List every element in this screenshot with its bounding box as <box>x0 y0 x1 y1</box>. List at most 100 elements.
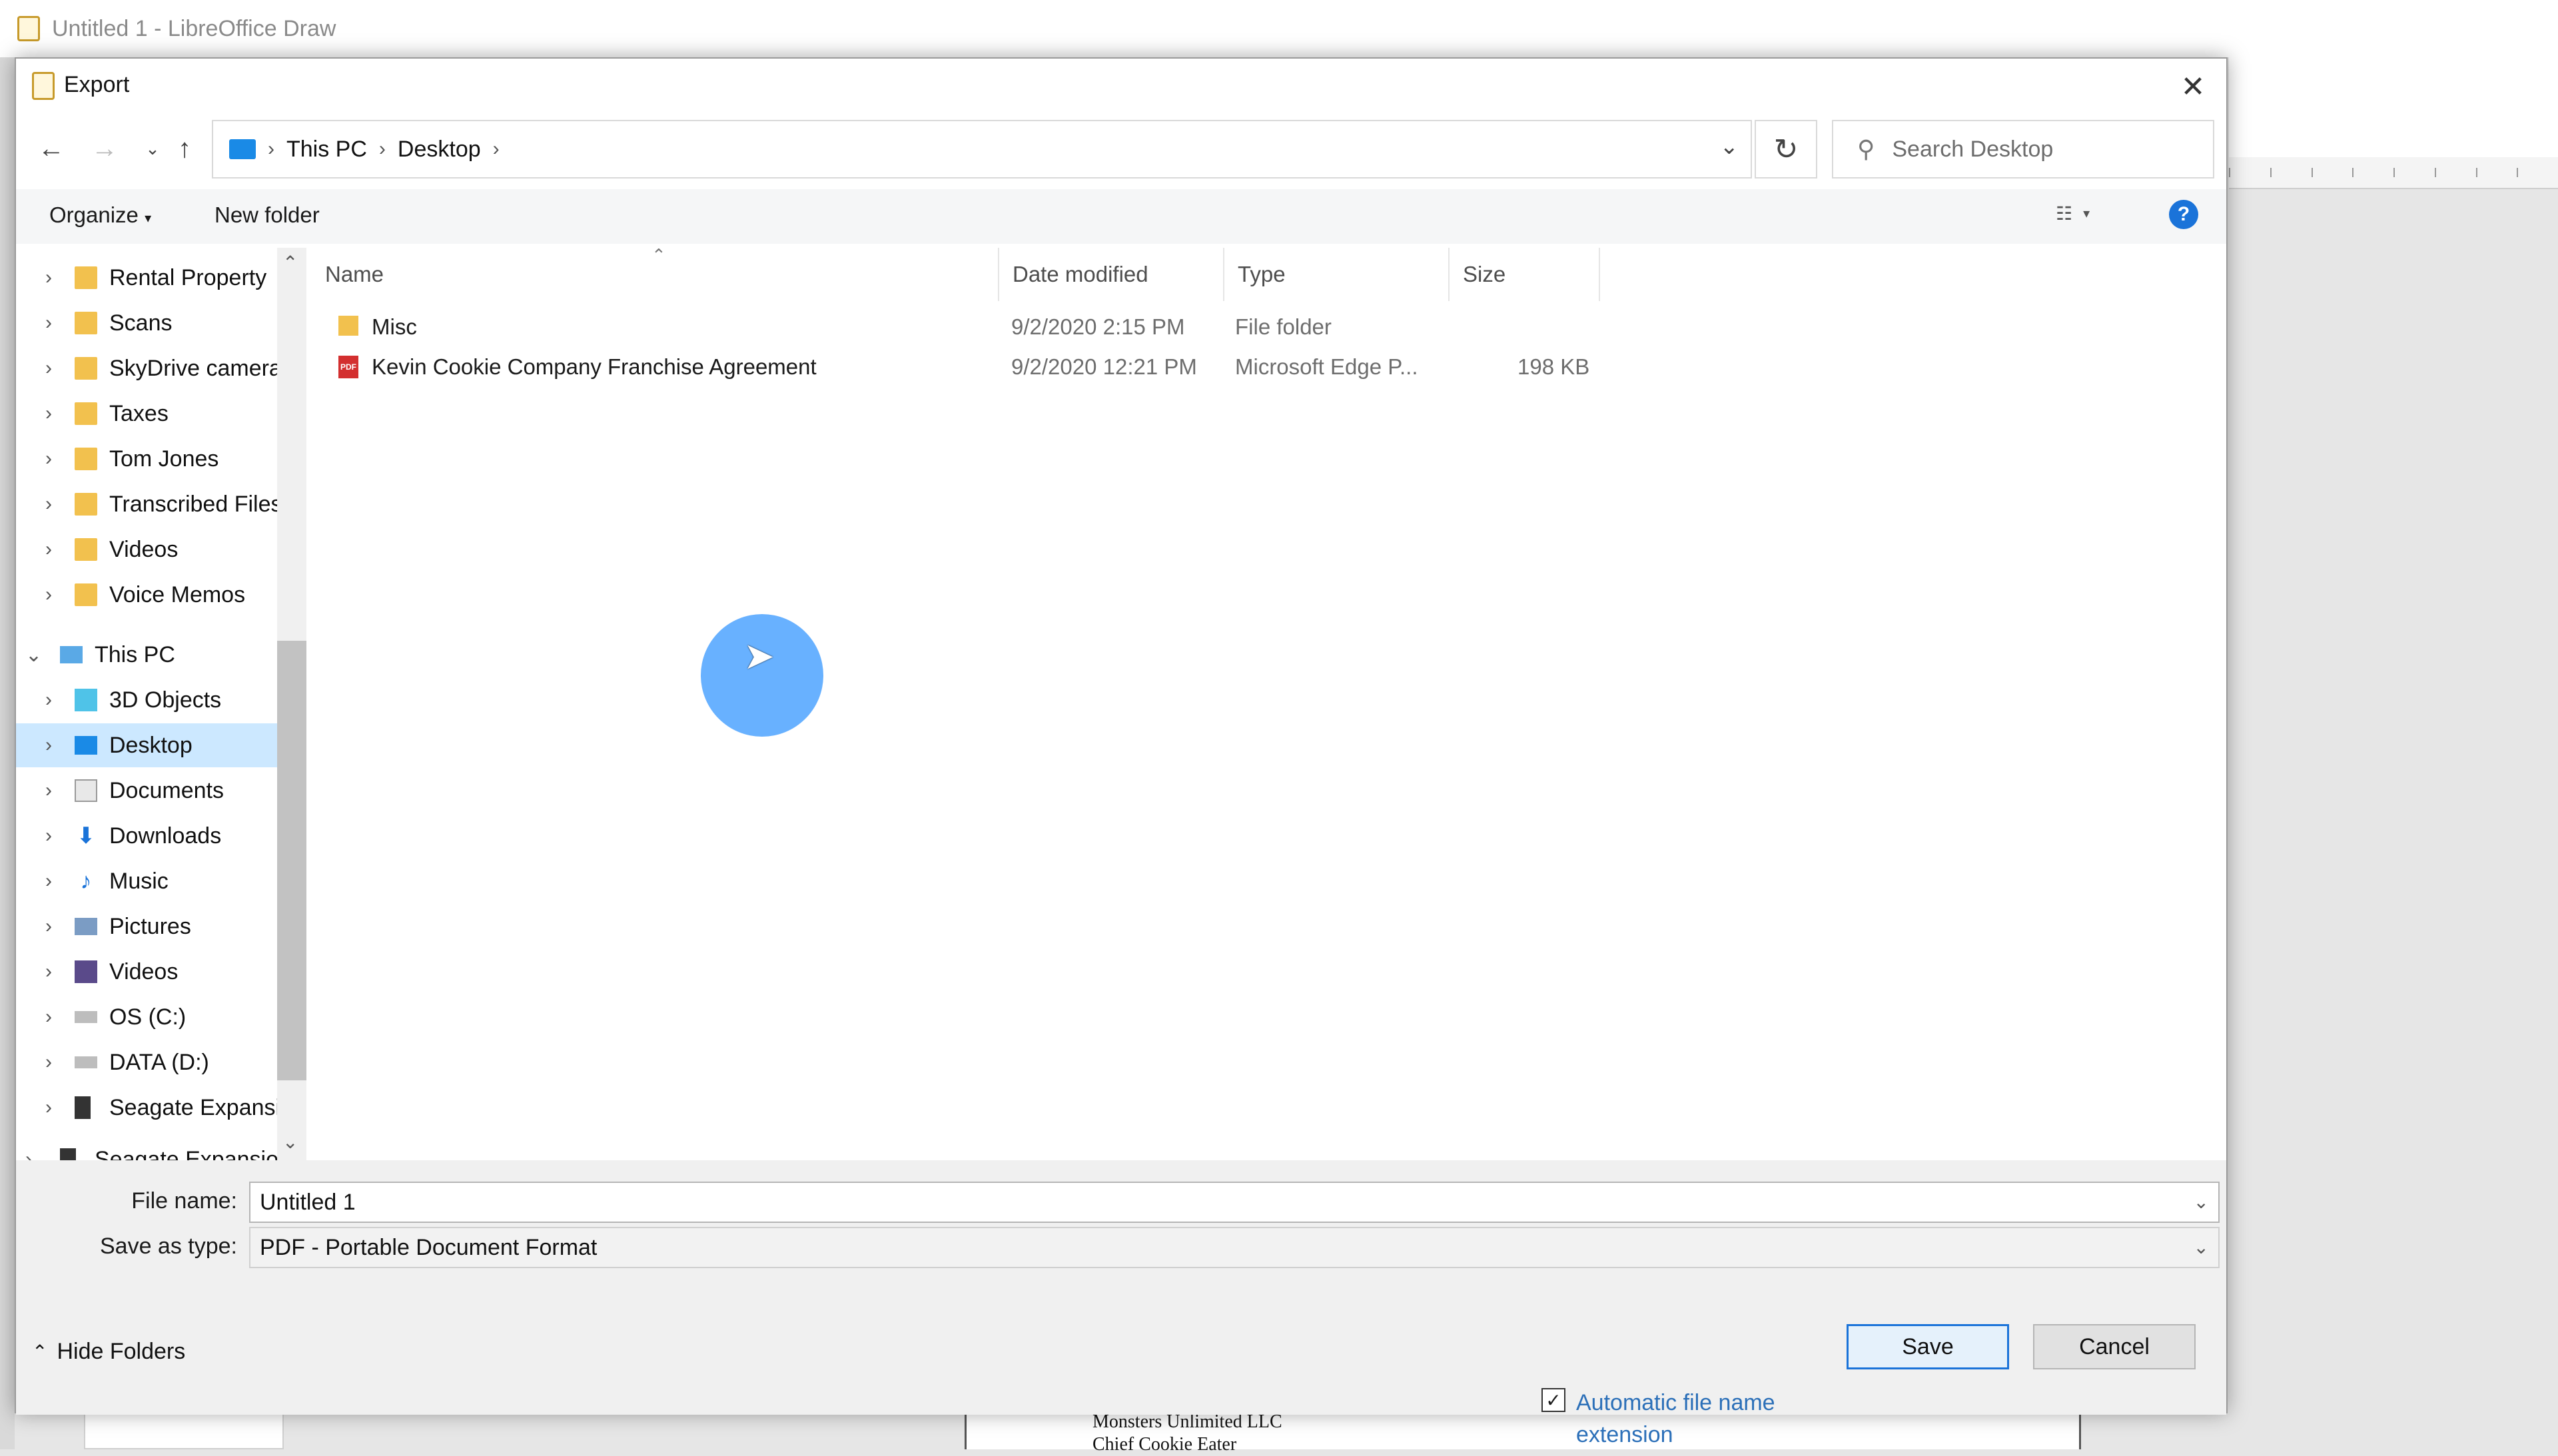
videos-icon <box>75 960 97 983</box>
chevron-right-icon[interactable]: › <box>45 734 52 757</box>
chevron-right-icon[interactable]: › <box>45 448 52 470</box>
nav-item-label: OS (C:) <box>109 1004 187 1030</box>
chevron-right-icon[interactable]: › <box>45 538 52 561</box>
nav-item-data-d[interactable]: › DATA (D:) <box>16 1040 277 1084</box>
breadcrumb-this-pc[interactable]: This PC <box>286 137 367 163</box>
nav-item-music[interactable]: › ♪ Music <box>16 859 277 903</box>
search-box[interactable]: ⚲ <box>1832 120 2214 179</box>
nav-item-label: Downloads <box>109 823 222 849</box>
breadcrumb-separator-icon: › <box>378 138 386 160</box>
nav-item-desktop[interactable]: › Desktop <box>16 723 277 767</box>
scroll-up-icon[interactable]: ⌃ <box>282 252 298 274</box>
auto-extension-checkbox[interactable]: ✓ <box>1541 1388 1565 1412</box>
pictures-icon <box>75 918 97 935</box>
change-view-button[interactable]: ☷ ▾ <box>2056 202 2090 224</box>
search-input[interactable] <box>1891 135 2200 163</box>
folder-icon <box>75 266 97 289</box>
nav-item-skydrive-camera[interactable]: › SkyDrive camera <box>16 346 282 390</box>
file-name-value[interactable]: Untitled 1 <box>260 1190 356 1216</box>
chevron-right-icon[interactable]: › <box>45 870 52 893</box>
chevron-down-icon[interactable]: ⌄ <box>25 643 42 667</box>
refresh-button[interactable]: ↻ <box>1755 120 1817 179</box>
chevron-right-icon[interactable]: › <box>45 583 52 606</box>
chevron-right-icon[interactable]: › <box>45 1051 52 1074</box>
nav-item-pictures[interactable]: › Pictures <box>16 905 277 948</box>
scroll-down-icon[interactable]: ⌄ <box>282 1131 298 1153</box>
nav-item-label: Videos <box>109 958 179 984</box>
save-type-select[interactable]: PDF - Portable Document Format ⌄ <box>249 1227 2220 1268</box>
checkmark-icon: ✓ <box>1545 1389 1561 1411</box>
nav-item-this-pc[interactable]: ⌄ This PC <box>16 633 277 677</box>
chevron-right-icon[interactable]: › <box>45 402 52 425</box>
nav-item-scans[interactable]: › Scans <box>16 301 277 345</box>
nav-item-downloads[interactable]: › ⬇ Downloads <box>16 814 277 858</box>
column-header-date[interactable]: Date modified <box>999 248 1224 301</box>
recent-locations-button[interactable]: ⌄ <box>136 132 169 165</box>
auto-extension-label[interactable]: Automatic file name extension <box>1576 1387 1803 1451</box>
nav-item-seagate-expansion[interactable]: › Seagate Expansic <box>16 1086 292 1130</box>
close-button[interactable]: ✕ <box>2173 68 2213 105</box>
chevron-right-icon[interactable]: › <box>45 312 52 334</box>
nav-item-tom-jones[interactable]: › Tom Jones <box>16 437 277 481</box>
new-folder-button[interactable]: New folder <box>214 202 320 228</box>
forward-button[interactable]: → <box>88 132 121 165</box>
column-header-size[interactable]: Size <box>1450 248 1600 301</box>
chevron-right-icon[interactable]: › <box>45 357 52 380</box>
chevron-right-icon[interactable]: › <box>45 689 52 711</box>
chevron-right-icon[interactable]: › <box>45 825 52 847</box>
organize-button[interactable]: Organize ▾ <box>49 202 151 228</box>
nav-item-transcribed-files[interactable]: › Transcribed Files <box>16 482 282 526</box>
nav-item-taxes[interactable]: › Taxes <box>16 392 277 436</box>
save-button[interactable]: Save <box>1847 1324 2009 1369</box>
chevron-right-icon[interactable]: › <box>45 266 52 289</box>
arrow-right-icon: → <box>91 133 118 163</box>
chevron-right-icon[interactable]: › <box>25 1148 32 1160</box>
file-row-misc[interactable]: Misc 9/2/2020 2:15 PM File folder <box>338 308 1871 346</box>
folder-icon <box>75 357 97 380</box>
nav-item-seagate-expansion-2[interactable]: › Seagate Expansion <box>16 1138 291 1160</box>
file-size: 198 KB <box>1517 354 1590 379</box>
file-row-kevin-cookie[interactable]: PDF Kevin Cookie Company Franchise Agree… <box>338 348 1871 386</box>
nav-item-rental-property[interactable]: › Rental Property <box>16 256 277 300</box>
chevron-right-icon[interactable]: › <box>45 779 52 802</box>
breadcrumb-desktop[interactable]: Desktop <box>398 137 481 163</box>
file-type: File folder <box>1235 314 1332 339</box>
chevron-right-icon[interactable]: › <box>45 960 52 983</box>
column-header-type[interactable]: Type <box>1224 248 1450 301</box>
nav-item-videos[interactable]: › Videos <box>16 950 277 994</box>
organize-label: Organize <box>49 202 139 227</box>
search-icon: ⚲ <box>1857 135 1875 163</box>
chevron-down-icon[interactable]: ⌄ <box>2194 1191 2209 1213</box>
cancel-button[interactable]: Cancel <box>2033 1324 2196 1369</box>
help-button[interactable]: ? <box>2169 200 2198 229</box>
back-button[interactable]: ← <box>35 132 68 165</box>
nav-item-3d-objects[interactable]: › 3D Objects <box>16 678 277 722</box>
address-bar[interactable]: › This PC › Desktop › ⌄ <box>212 120 1752 179</box>
address-history-dropdown[interactable]: ⌄ <box>1720 133 1739 160</box>
scroll-thumb[interactable] <box>277 641 306 1080</box>
nav-item-label: Rental Property <box>109 264 267 290</box>
chevron-right-icon[interactable]: › <box>45 915 52 938</box>
help-icon: ? <box>2177 203 2190 225</box>
chevron-right-icon[interactable]: › <box>45 1096 52 1119</box>
column-label: Date modified <box>1013 262 1148 286</box>
nav-item-label: SkyDrive camera <box>109 355 282 381</box>
nav-item-voice-memos[interactable]: › Voice Memos <box>16 573 277 617</box>
nav-item-label: Voice Memos <box>109 581 246 607</box>
breadcrumb-separator-icon[interactable]: › <box>493 138 500 161</box>
hide-folders-button[interactable]: ⌃ Hide Folders <box>32 1339 185 1365</box>
up-button[interactable]: ↑ <box>168 132 201 165</box>
chevron-right-icon[interactable]: › <box>45 1006 52 1028</box>
horizontal-ruler <box>2229 157 2558 189</box>
file-date: 9/2/2020 12:21 PM <box>1011 354 1197 379</box>
nav-item-os-c[interactable]: › OS (C:) <box>16 995 277 1039</box>
column-header-name[interactable]: Name <box>312 248 999 301</box>
save-form: File name: Untitled 1 ⌄ Save as type: PD… <box>16 1160 2226 1447</box>
chevron-down-icon[interactable]: ⌄ <box>2194 1236 2209 1258</box>
nav-item-videos-folder[interactable]: › Videos <box>16 528 277 571</box>
chevron-right-icon[interactable]: › <box>45 493 52 516</box>
nav-scrollbar[interactable]: ⌃ ⌄ <box>277 248 306 1160</box>
nav-item-documents[interactable]: › Documents <box>16 769 277 813</box>
file-name-field[interactable]: Untitled 1 ⌄ <box>249 1182 2220 1223</box>
chevron-down-icon: ⌄ <box>145 138 160 159</box>
